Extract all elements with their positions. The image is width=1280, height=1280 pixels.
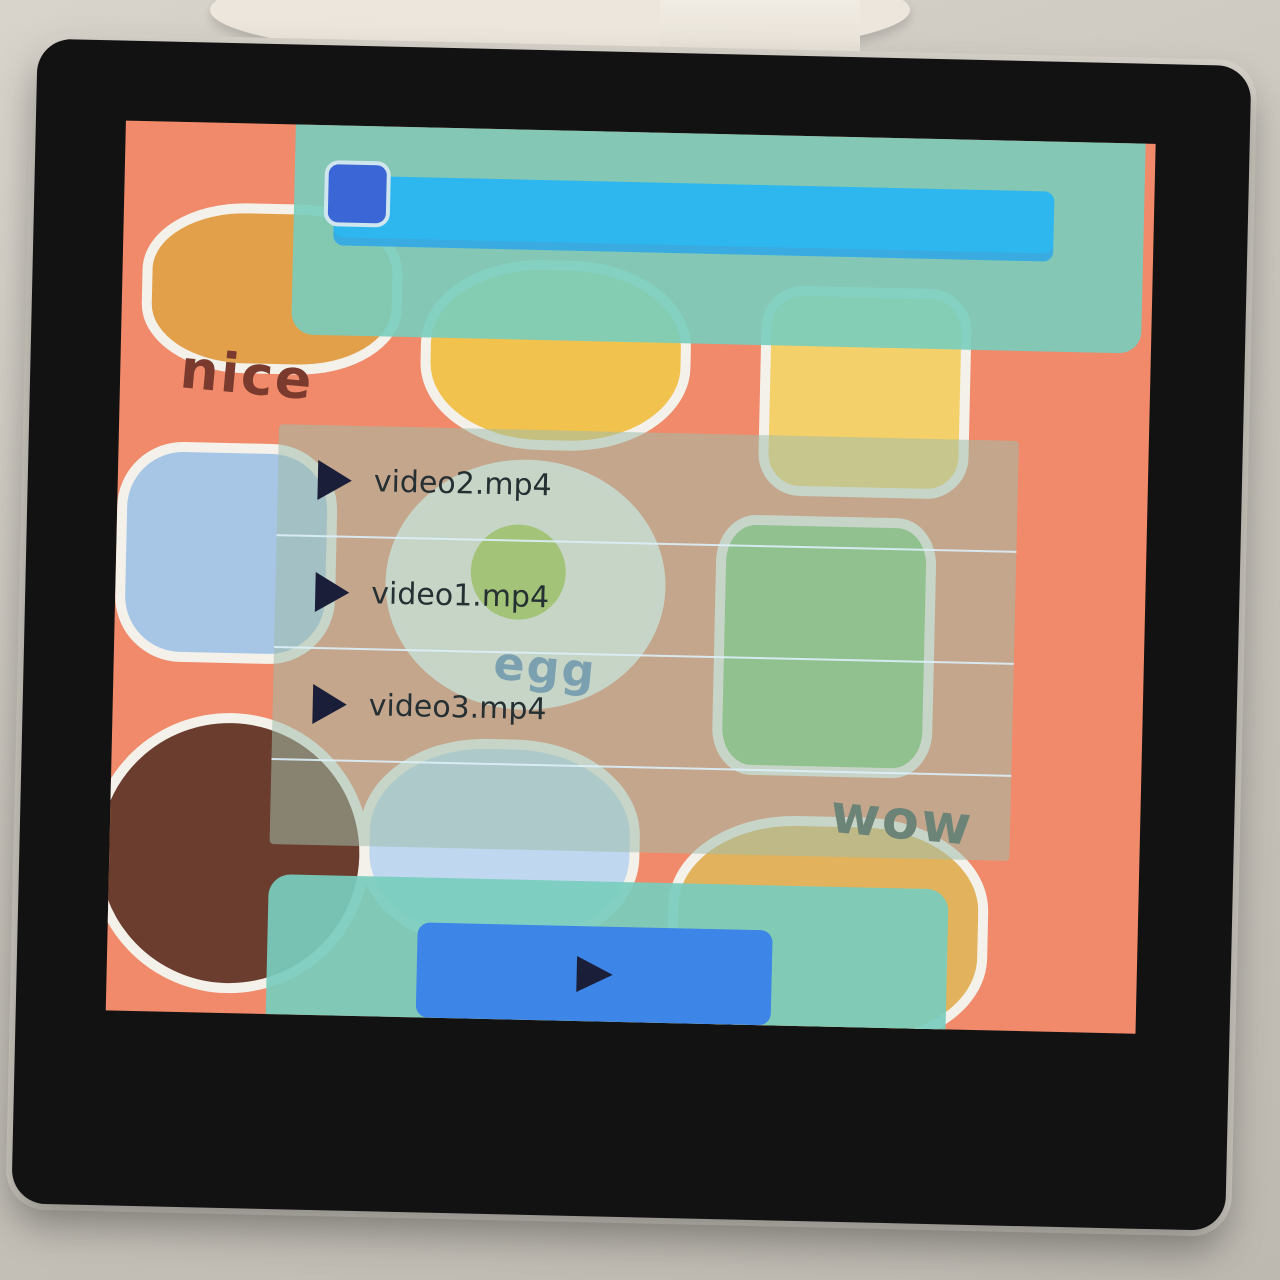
control-panel bbox=[265, 874, 949, 1034]
screen: nice egg wow video2.mp4 video1.mp4 video… bbox=[105, 120, 1156, 1034]
wallpaper-word-nice: nice bbox=[177, 337, 317, 413]
progress-slider-knob[interactable] bbox=[323, 160, 392, 228]
playlist-item-label: video3.mp4 bbox=[368, 687, 547, 727]
play-button[interactable] bbox=[415, 922, 773, 1026]
playlist-item[interactable]: video2.mp4 bbox=[276, 424, 1019, 553]
playlist-item-label: video2.mp4 bbox=[373, 463, 553, 503]
play-icon bbox=[575, 955, 613, 993]
play-icon bbox=[312, 683, 348, 725]
device-bezel: nice egg wow video2.mp4 video1.mp4 video… bbox=[11, 38, 1252, 1231]
playlist-item[interactable]: video3.mp4 bbox=[271, 648, 1014, 777]
playlist: video2.mp4 video1.mp4 video3.mp4 bbox=[269, 424, 1019, 861]
play-icon bbox=[314, 571, 350, 613]
play-icon bbox=[317, 460, 353, 501]
progress-panel bbox=[291, 120, 1146, 354]
playlist-item[interactable]: video1.mp4 bbox=[273, 536, 1017, 665]
playlist-item-label: video1.mp4 bbox=[370, 575, 550, 615]
progress-slider[interactable] bbox=[333, 175, 1055, 262]
